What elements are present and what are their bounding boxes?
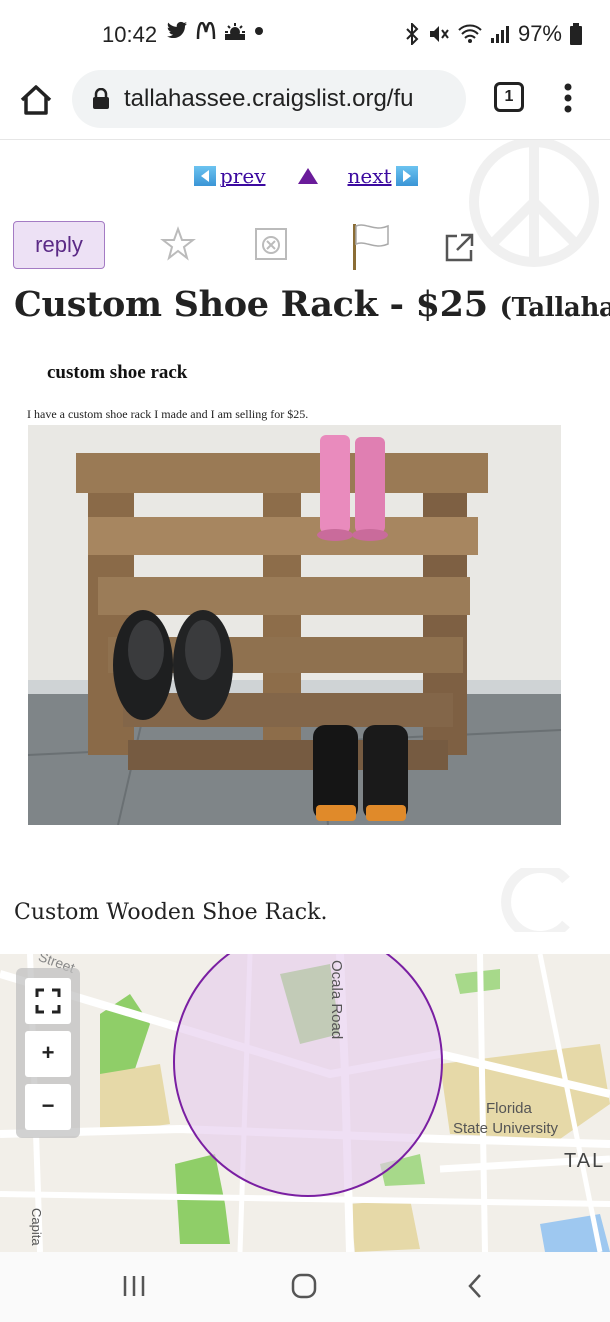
next-link[interactable]: next <box>348 164 418 188</box>
prev-link[interactable]: prev <box>194 164 266 188</box>
browser-toolbar: tallahassee.craigslist.org/fu 1 <box>0 66 610 140</box>
weather-icon <box>225 23 245 40</box>
next-arrow-icon <box>395 166 418 186</box>
dot-icon <box>255 27 263 35</box>
lock-icon <box>93 88 109 109</box>
posting-navigation: prev next <box>194 164 418 188</box>
star-icon[interactable] <box>160 226 196 262</box>
home-icon[interactable] <box>18 82 54 118</box>
map-label-fsu-1: Florida <box>486 1100 532 1117</box>
status-icons-right: 97% <box>404 21 582 47</box>
map-controls: + − <box>16 968 80 1138</box>
map-label-capital: Capita <box>29 1208 44 1246</box>
map-label-ocala: Ocala Road <box>328 960 345 1040</box>
signal-icon <box>490 26 509 43</box>
zoom-in-button[interactable]: + <box>25 1031 71 1077</box>
posting-location: (Tallahassee) <box>499 293 610 323</box>
zoom-out-button[interactable]: − <box>25 1084 71 1130</box>
refresh-watermark-icon <box>501 868 570 932</box>
address-bar[interactable]: tallahassee.craigslist.org/fu <box>72 70 466 128</box>
twitter-icon <box>166 21 188 39</box>
share-icon[interactable] <box>443 232 475 264</box>
back-icon[interactable] <box>462 1272 490 1300</box>
status-time: 10:42 <box>102 22 158 47</box>
tab-switcher-button[interactable]: 1 <box>494 82 524 112</box>
map-label-tal: TAL <box>564 1150 606 1172</box>
mute-icon <box>429 26 449 42</box>
recents-icon[interactable] <box>120 1272 148 1300</box>
posting-title-text: Custom Shoe Rack - $25 <box>14 284 488 325</box>
wifi-icon <box>458 24 482 43</box>
more-menu-icon[interactable] <box>556 80 580 116</box>
posting-title: Custom Shoe Rack - $25 (Tallahassee) <box>14 284 610 325</box>
fullscreen-button[interactable] <box>25 978 71 1024</box>
battery-icon <box>570 23 582 45</box>
bluetooth-icon <box>406 23 419 45</box>
mcdonalds-icon <box>196 22 216 40</box>
page-content: prev next reply Custom Shoe Rack - $25 (… <box>0 140 610 1252</box>
url-text[interactable]: tallahassee.craigslist.org/fu <box>124 85 413 113</box>
location-map[interactable]: Street Ocala Road Florida State Universi… <box>0 954 610 1252</box>
craigslist-watermark-icon <box>469 140 599 267</box>
prev-label: prev <box>220 164 266 188</box>
map-label-fsu-2: State University <box>453 1120 559 1137</box>
system-nav-bar <box>0 1252 610 1322</box>
image-heading: custom shoe rack <box>47 362 188 383</box>
fullscreen-icon <box>35 988 61 1014</box>
image-caption: I have a custom shoe rack I made and I a… <box>27 407 309 421</box>
battery-percent: 97% <box>517 21 562 46</box>
status-icons-left <box>166 21 264 41</box>
hide-icon[interactable] <box>253 226 289 262</box>
reply-button[interactable]: reply <box>13 221 105 269</box>
home-circle-icon[interactable] <box>290 1272 318 1300</box>
prev-arrow-icon <box>194 166 216 186</box>
posting-image[interactable]: custom shoe rack I have a custom shoe ra… <box>0 345 610 845</box>
next-label: next <box>347 164 392 188</box>
up-arrow-icon[interactable] <box>297 168 318 184</box>
posting-description: Custom Wooden Shoe Rack. <box>14 900 328 925</box>
flag-icon[interactable] <box>348 222 392 272</box>
shoe-rack-photo <box>28 425 561 825</box>
status-bar: 10:42 97% <box>0 0 610 66</box>
